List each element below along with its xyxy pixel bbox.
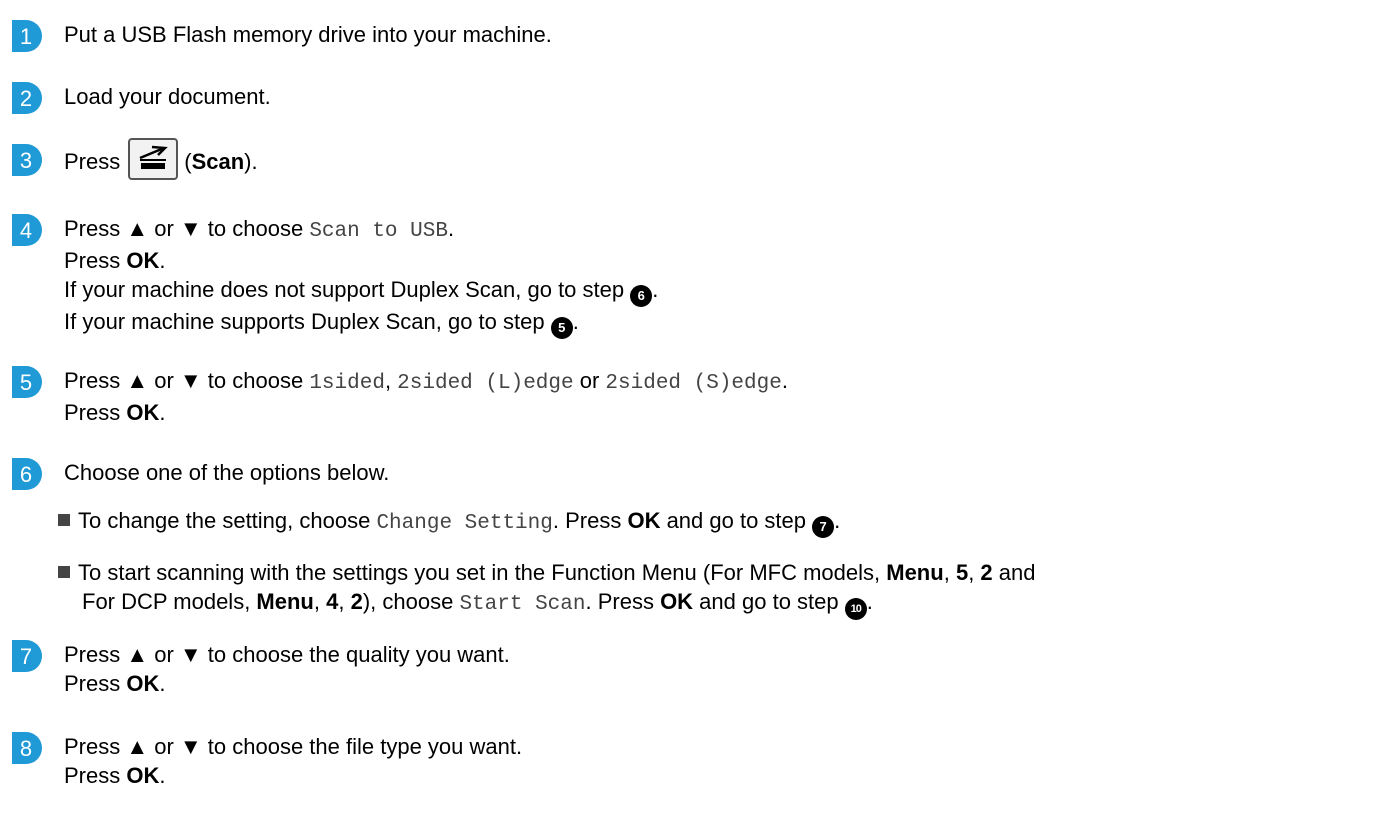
step-text: Press ▲ or ▼ to choose the quality you w… (64, 642, 510, 696)
step-reference-badge: 5 (550, 317, 573, 339)
step-text: Put a USB Flash memory drive into your m… (64, 22, 552, 47)
step-text: Press ▲ or ▼ to choose 1sided, 2sided (L… (64, 368, 788, 425)
bullet-icon (58, 514, 70, 526)
step-number: 5 (20, 370, 32, 395)
step-number-badge: 7 (12, 640, 42, 672)
step-text: Choose one of the options below. (64, 460, 390, 485)
step-number-badge: 8 (12, 732, 42, 764)
scan-icon (139, 145, 169, 169)
step-number-badge: 6 (12, 458, 42, 490)
scan-button-image (128, 138, 179, 180)
step-number: 7 (20, 644, 32, 669)
step-number: 4 (20, 218, 32, 243)
step-text: Press ▲ or ▼ to choose Scan to USB. Pres… (64, 214, 1390, 339)
step-reference-badge: 10 (844, 598, 867, 620)
step-number: 6 (20, 462, 32, 487)
bullet-item: To change the setting, choose Change Set… (58, 506, 840, 538)
step-number-badge: 2 (12, 82, 42, 114)
bullet-icon (58, 566, 70, 578)
step-text: Press (Scan). (64, 138, 1390, 180)
step-text: Press ▲ or ▼ to choose the file type you… (64, 734, 523, 788)
step-number: 2 (20, 86, 32, 111)
step-text: Load your document. (64, 84, 271, 109)
step-number: 3 (20, 148, 32, 173)
step-number-badge: 3 (12, 144, 42, 176)
step-number-badge: 1 (12, 20, 42, 52)
step-reference-badge: 6 (630, 285, 653, 307)
bullet-item: To start scanning with the settings you … (58, 558, 1036, 620)
step-number-badge: 4 (12, 214, 42, 246)
step-number: 1 (20, 24, 32, 49)
step-number: 8 (20, 736, 32, 761)
step-reference-badge: 7 (812, 516, 835, 538)
step-number-badge: 5 (12, 366, 42, 398)
